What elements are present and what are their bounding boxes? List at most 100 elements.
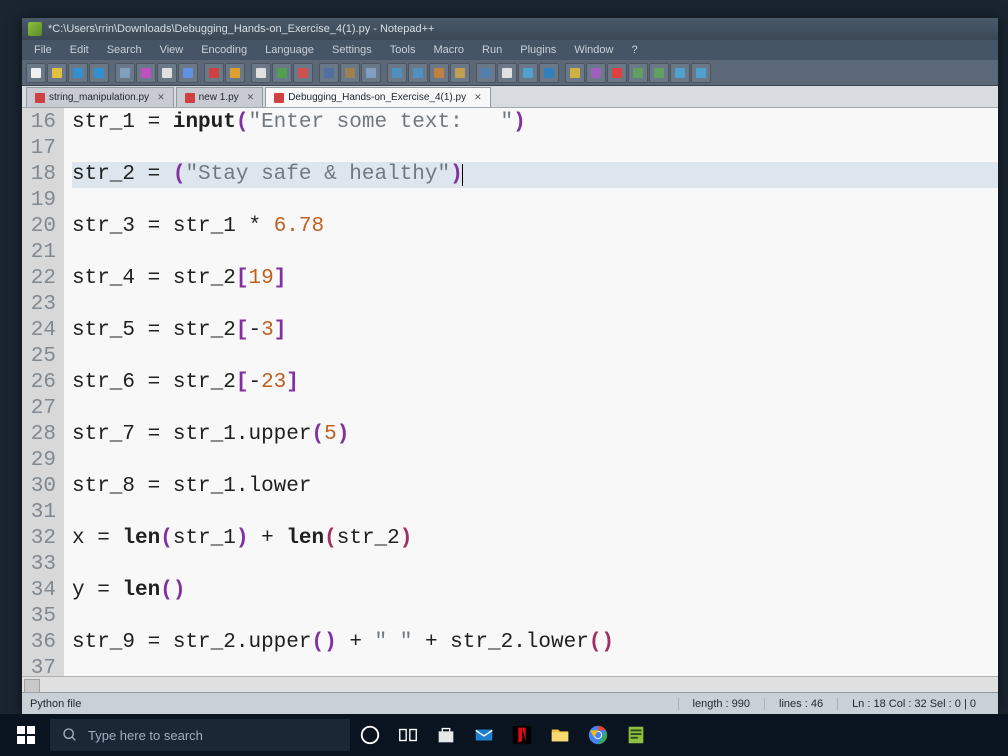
code-line-18[interactable]: str_2 = ("Stay safe & healthy") [72, 162, 998, 188]
code-line-33[interactable] [72, 552, 998, 578]
code-line-21[interactable] [72, 240, 998, 266]
code-line-23[interactable] [72, 292, 998, 318]
menu-language[interactable]: Language [257, 42, 322, 58]
code-line-29[interactable] [72, 448, 998, 474]
toolbar-button-21[interactable] [497, 63, 517, 83]
code-line-35[interactable] [72, 604, 998, 630]
taskbar-search[interactable]: Type here to search [50, 719, 350, 751]
close-icon[interactable]: ✕ [474, 92, 482, 103]
search-icon [62, 727, 78, 743]
code-line-27[interactable] [72, 396, 998, 422]
toolbar-button-12[interactable] [293, 63, 313, 83]
toolbar-button-5[interactable] [136, 63, 156, 83]
toolbar-button-2[interactable] [68, 63, 88, 83]
code-line-22[interactable]: str_4 = str_2[19] [72, 266, 998, 292]
menu-[interactable]: ? [623, 42, 645, 58]
code-line-28[interactable]: str_7 = str_1.upper(5) [72, 422, 998, 448]
menu-settings[interactable]: Settings [324, 42, 380, 58]
menu-file[interactable]: File [26, 42, 60, 58]
code-line-17[interactable] [72, 136, 998, 162]
menu-view[interactable]: View [152, 42, 192, 58]
store-icon[interactable] [428, 714, 464, 756]
line-number: 19 [26, 188, 56, 214]
code-line-32[interactable]: x = len(str_1) + len(str_2) [72, 526, 998, 552]
toolbar-button-30[interactable] [691, 63, 711, 83]
code-line-19[interactable] [72, 188, 998, 214]
code-line-24[interactable]: str_5 = str_2[-3] [72, 318, 998, 344]
toolbar-button-25[interactable] [586, 63, 606, 83]
line-number: 35 [26, 604, 56, 630]
line-number: 33 [26, 552, 56, 578]
toolbar-button-1[interactable] [47, 63, 67, 83]
menu-run[interactable]: Run [474, 42, 510, 58]
toolbar-button-24[interactable] [565, 63, 585, 83]
code-line-36[interactable]: str_9 = str_2.upper() + " " + str_2.lowe… [72, 630, 998, 656]
menu-edit[interactable]: Edit [62, 42, 97, 58]
toolbar-button-29[interactable] [670, 63, 690, 83]
toolbar-button-0[interactable] [26, 63, 46, 83]
toolbar-button-19[interactable] [450, 63, 470, 83]
toolbar-button-11[interactable] [272, 63, 292, 83]
menu-search[interactable]: Search [99, 42, 150, 58]
toolbar-button-6[interactable] [157, 63, 177, 83]
code-line-30[interactable]: str_8 = str_1.lower [72, 474, 998, 500]
toolbar-button-10[interactable] [251, 63, 271, 83]
app-icon [28, 22, 42, 36]
line-number: 20 [26, 214, 56, 240]
toolbar-button-20[interactable] [476, 63, 496, 83]
close-icon[interactable]: ✕ [247, 92, 255, 103]
menu-plugins[interactable]: Plugins [512, 42, 564, 58]
code-line-25[interactable] [72, 344, 998, 370]
menu-tools[interactable]: Tools [382, 42, 424, 58]
code-line-16[interactable]: str_1 = input("Enter some text: ") [72, 110, 998, 136]
explorer-icon[interactable] [542, 714, 578, 756]
toolbar-button-15[interactable] [361, 63, 381, 83]
toolbar-button-16[interactable] [387, 63, 407, 83]
tab-1[interactable]: new 1.py✕ [176, 87, 264, 107]
close-icon[interactable]: ✕ [157, 92, 165, 103]
toolbar-button-17[interactable] [408, 63, 428, 83]
windows-taskbar[interactable]: Type here to search [0, 714, 1008, 756]
line-number: 16 [26, 110, 56, 136]
mail-icon[interactable] [466, 714, 502, 756]
netflix-icon[interactable] [504, 714, 540, 756]
toolbar-button-18[interactable] [429, 63, 449, 83]
toolbar-button-14[interactable] [340, 63, 360, 83]
toolbar [22, 60, 998, 86]
menu-encoding[interactable]: Encoding [193, 42, 255, 58]
toolbar-button-13[interactable] [319, 63, 339, 83]
toolbar-button-23[interactable] [539, 63, 559, 83]
chrome-icon[interactable] [580, 714, 616, 756]
code-line-31[interactable] [72, 500, 998, 526]
notepadpp-window: *C:\Users\rrin\Downloads\Debugging_Hands… [22, 18, 998, 714]
toolbar-button-9[interactable] [225, 63, 245, 83]
toolbar-button-3[interactable] [89, 63, 109, 83]
toolbar-button-7[interactable] [178, 63, 198, 83]
horizontal-scrollbar[interactable] [22, 676, 998, 692]
code-line-34[interactable]: y = len() [72, 578, 998, 604]
code-area[interactable]: str_1 = input("Enter some text: ") str_2… [64, 108, 998, 676]
toolbar-button-4[interactable] [115, 63, 135, 83]
menu-macro[interactable]: Macro [425, 42, 472, 58]
toolbar-button-8[interactable] [204, 63, 224, 83]
tab-0[interactable]: string_manipulation.py ✕ [26, 87, 174, 107]
toolbar-button-26[interactable] [607, 63, 627, 83]
tab-label: string_manipulation.py [49, 92, 149, 103]
window-title: *C:\Users\rrin\Downloads\Debugging_Hands… [48, 23, 434, 35]
tab-2[interactable]: Debugging_Hands-on_Exercise_4(1).py✕ [265, 87, 490, 107]
line-number: 23 [26, 292, 56, 318]
code-line-20[interactable]: str_3 = str_1 * 6.78 [72, 214, 998, 240]
editor[interactable]: 1617181920212223242526272829303132333435… [22, 108, 998, 676]
menu-window[interactable]: Window [566, 42, 621, 58]
notepadpp-task-icon[interactable] [618, 714, 654, 756]
start-button[interactable] [4, 714, 48, 756]
task-view-icon[interactable] [390, 714, 426, 756]
toolbar-button-22[interactable] [518, 63, 538, 83]
titlebar[interactable]: *C:\Users\rrin\Downloads\Debugging_Hands… [22, 18, 998, 40]
toolbar-button-28[interactable] [649, 63, 669, 83]
toolbar-button-27[interactable] [628, 63, 648, 83]
code-line-26[interactable]: str_6 = str_2[-23] [72, 370, 998, 396]
code-line-37[interactable] [72, 656, 998, 676]
tabbar: string_manipulation.py✕new 1.py✕Debuggin… [22, 86, 998, 108]
cortana-icon[interactable] [352, 714, 388, 756]
